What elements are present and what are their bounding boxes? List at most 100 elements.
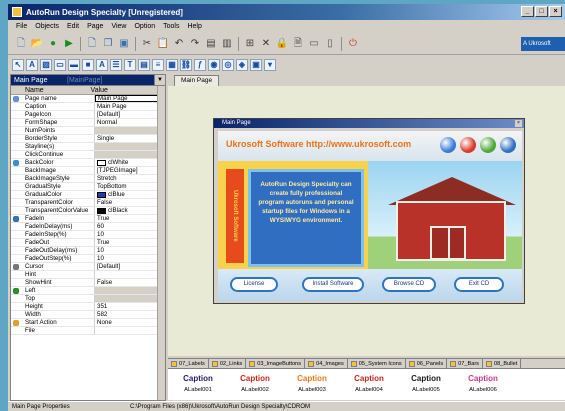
property-row[interactable]: TransparentColorValue clBlack [11,207,165,215]
property-row[interactable]: FadeOutStep(%) 10 [11,255,165,263]
grid-tool-icon[interactable]: ▦ [166,58,178,71]
layout-icon[interactable]: ▭ [307,37,321,51]
property-value[interactable] [95,127,165,134]
property-row[interactable]: Stayline(s) [11,143,165,151]
gallery-item[interactable]: Caption ALabel003 [290,373,334,393]
property-value[interactable]: Main Page [95,95,165,102]
web-ball-icon[interactable] [480,137,496,153]
brand-label[interactable]: Ukrosoft Software http://www.ukrosoft.co… [226,139,411,149]
property-row[interactable]: BackColor clWhite [11,159,165,167]
menu-item-option[interactable]: Option [130,23,159,30]
maximize-button[interactable]: □ [535,6,548,17]
copy-page-icon[interactable]: ❐ [101,37,115,51]
property-row[interactable]: Hint [11,271,165,279]
select-icon[interactable]: ↖ [12,58,24,71]
bring-front-icon[interactable]: ▤ [204,37,218,51]
property-value[interactable]: [Default] [95,111,165,118]
property-value[interactable]: [TJPEGImage] [95,167,165,174]
object-selector[interactable]: Main Page [MainPage] ▼ [11,75,165,86]
property-row[interactable]: Top [11,295,165,303]
save-icon[interactable]: ● [46,37,60,51]
menu-item-page[interactable]: Page [83,23,107,30]
menu-item-view[interactable]: View [107,23,130,30]
property-value[interactable] [95,295,165,302]
property-row[interactable]: FormShape Normal [11,119,165,127]
property-value[interactable]: 351 [95,303,165,310]
shape-tool-icon[interactable]: ■ [82,58,94,71]
dropdown-tool-icon[interactable]: ▾ [264,58,276,71]
property-row[interactable]: Page name Main Page [11,95,165,103]
info-ball-icon[interactable] [460,137,476,153]
property-value[interactable]: clWhite [95,159,165,166]
property-row[interactable]: GradualStyle TopBottom [11,183,165,191]
property-value[interactable]: True [95,215,165,222]
property-row[interactable]: Start Action None [11,319,165,327]
flash-tool-icon[interactable]: ƒ [194,58,206,71]
send-back-icon[interactable]: ▥ [220,37,234,51]
property-value[interactable]: Main Page [95,103,165,110]
delete-icon[interactable]: ✕ [259,37,273,51]
property-value[interactable]: False [95,199,165,206]
property-row[interactable]: Width 582 [11,311,165,319]
run-icon[interactable]: ▶ [62,37,76,51]
property-row[interactable]: ClickContinue [11,151,165,159]
lock-icon[interactable]: 🔒 [275,37,289,51]
gallery-item[interactable]: Caption ALabel002 [233,373,277,393]
list-tool-icon[interactable]: ≡ [152,58,164,71]
property-row[interactable]: FadeIn True [11,215,165,223]
property-row[interactable]: NumPoints [11,127,165,135]
home-ball-icon[interactable] [440,137,456,153]
property-value[interactable]: 10 [95,247,165,254]
property-row[interactable]: Left [11,287,165,295]
button-tool-icon[interactable]: ▬ [68,58,80,71]
property-value[interactable]: TopBottom [95,183,165,190]
link-tool-icon[interactable]: ⛓ [180,58,192,71]
menu-item-tools[interactable]: Tools [159,23,183,30]
mail-ball-icon[interactable] [500,137,516,153]
property-row[interactable]: BackImage [TJPEGImage] [11,167,165,175]
preview-icon[interactable]: ▯ [323,37,337,51]
property-row[interactable]: FadeOut True [11,239,165,247]
property-value[interactable]: 10 [95,231,165,238]
property-value[interactable]: [Default] [95,263,165,270]
property-value[interactable] [95,271,165,278]
property-value[interactable] [95,143,165,150]
property-row[interactable]: File [11,327,165,335]
property-value[interactable]: Single [95,135,165,142]
gallery-tab[interactable]: 08_Bullet [483,359,522,368]
minimize-button[interactable]: _ [521,6,534,17]
property-row[interactable]: Cursor [Default] [11,263,165,271]
cut-icon[interactable]: ✂ [140,37,154,51]
text-tool-icon[interactable]: A [96,58,108,71]
image-tool-icon[interactable]: ▨ [40,58,52,71]
page-canvas[interactable]: Ukrosoft Software http://www.ukrosoft.co… [218,131,522,301]
menu-item-objects[interactable]: Objects [31,23,63,30]
property-value[interactable]: True [95,239,165,246]
property-value[interactable] [95,327,165,334]
property-row[interactable]: FadeOutDelay(ms) 10 [11,247,165,255]
browser-tool-icon[interactable]: ◎ [222,58,234,71]
edit-tool-icon[interactable]: ▤ [138,58,150,71]
paste-icon[interactable]: 📋 [156,37,170,51]
page-button-exit-cd[interactable]: Exit CD [454,277,504,292]
property-row[interactable]: FadeInDelay(ms) 60 [11,223,165,231]
property-value[interactable]: False [95,279,165,286]
property-row[interactable]: FadeInStep(%) 10 [11,231,165,239]
undo-icon[interactable]: ↶ [172,37,186,51]
gallery-tab[interactable]: 03_ImageButtons [246,359,306,368]
property-value[interactable] [95,287,165,294]
property-row[interactable]: PageIcon [Default] [11,111,165,119]
gallery-item[interactable]: Caption ALabel001 [176,373,220,393]
property-value[interactable]: None [95,319,165,326]
gallery-tab[interactable]: 07_Bars [447,359,483,368]
property-value[interactable]: clBlue [95,191,165,198]
panel-tool-icon[interactable]: ▭ [54,58,66,71]
chevron-down-icon[interactable]: ▼ [154,75,165,85]
grid-icon[interactable]: ⊞ [243,37,257,51]
property-value[interactable]: 582 [95,311,165,318]
web-tool-icon[interactable]: ◈ [236,58,248,71]
property-value[interactable] [95,151,165,158]
text-block-tool-icon[interactable]: T [124,58,136,71]
gallery-tab[interactable]: 06_Panels [406,359,448,368]
tab-main-page[interactable]: Main Page [174,75,220,86]
